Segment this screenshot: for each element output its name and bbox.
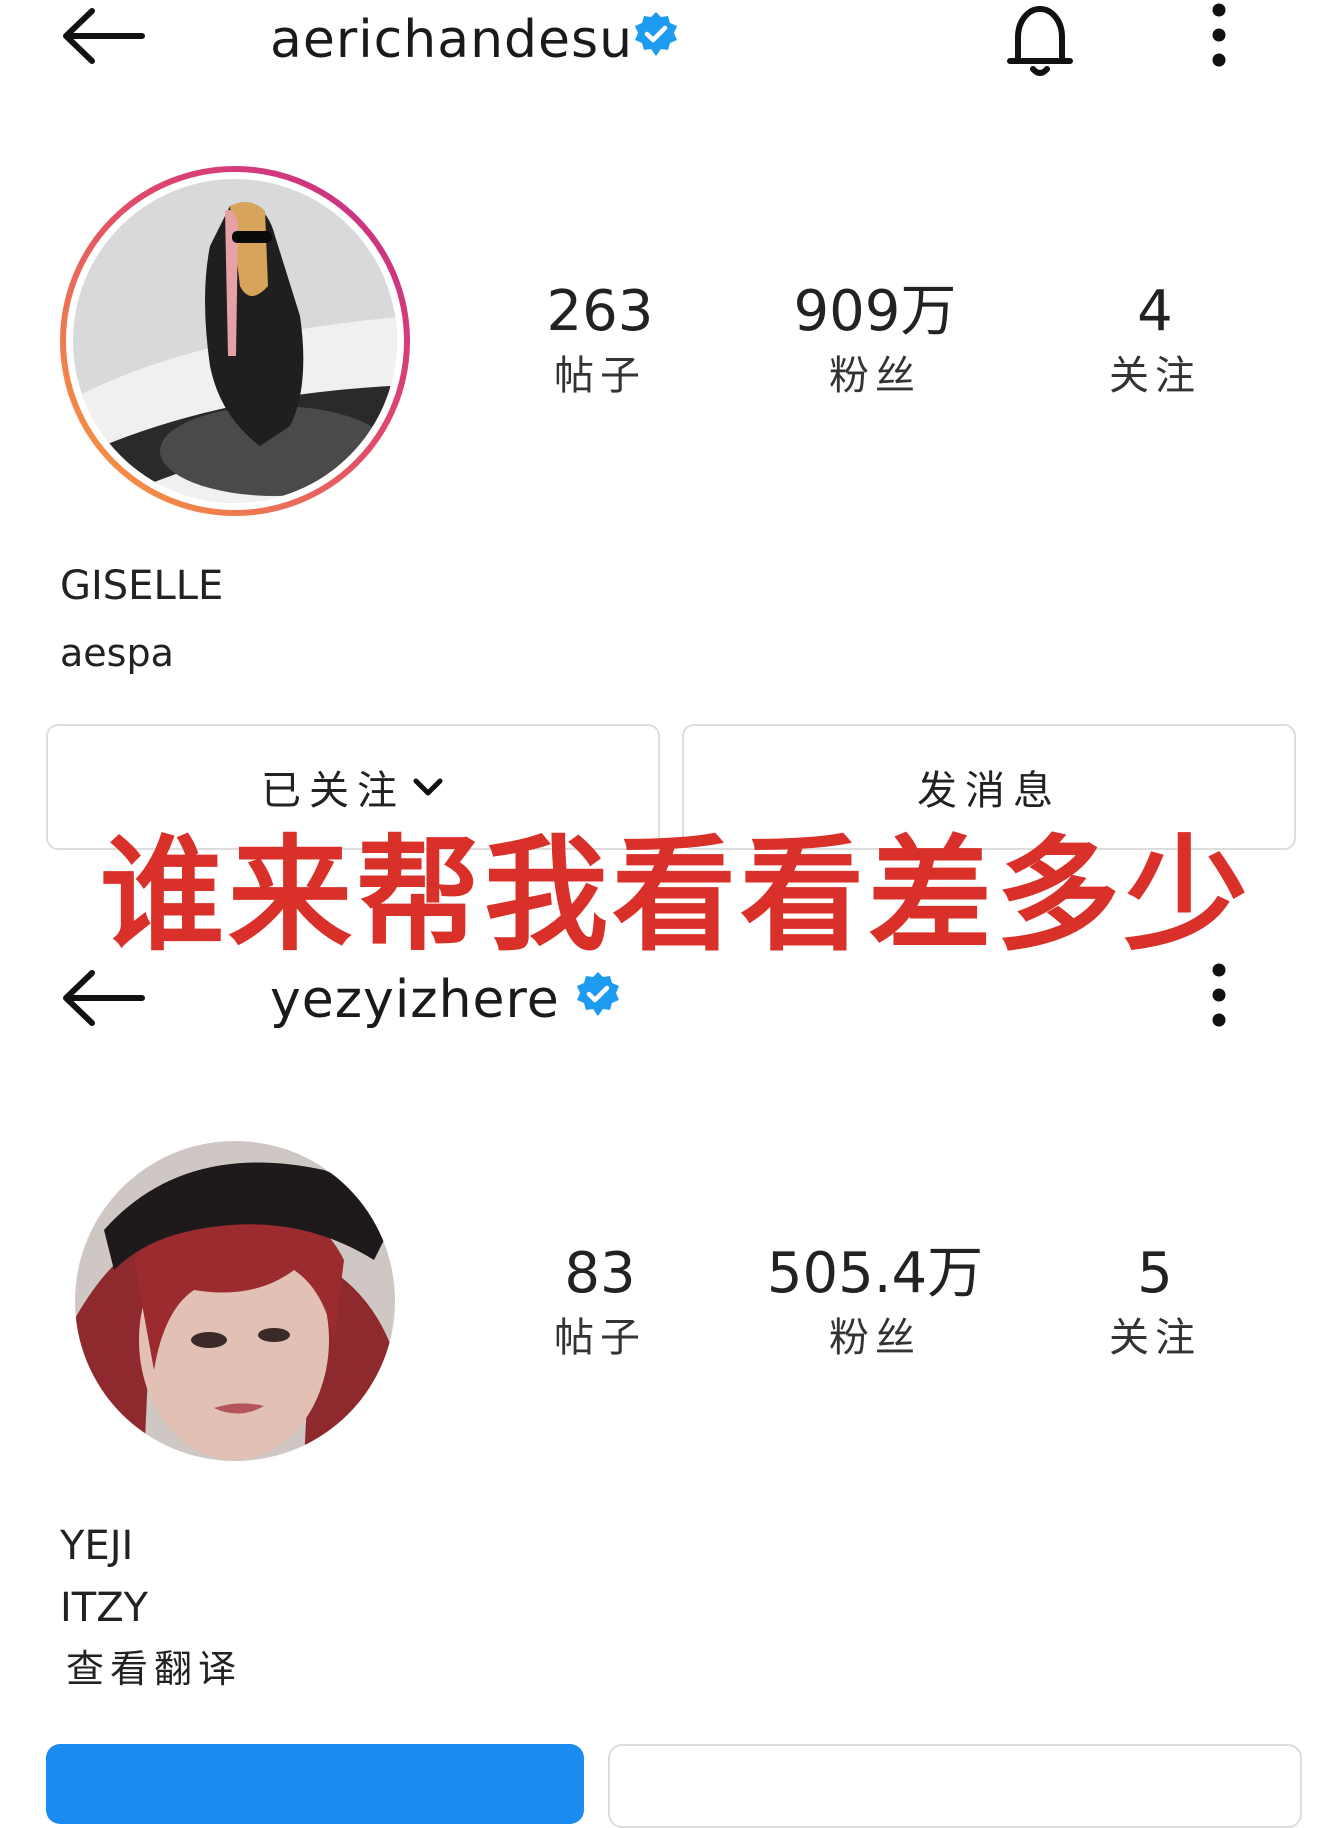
stat-followers[interactable]: 505.4万 粉丝	[745, 1241, 1005, 1361]
overlay-caption: 谁来帮我看看差多少	[100, 824, 1253, 968]
stat-label: 粉丝	[829, 353, 921, 399]
profile-username: aerichandesu	[270, 10, 634, 70]
see-translation-link[interactable]: 查看翻译	[66, 1650, 242, 1688]
more-vertical-icon[interactable]	[1196, 0, 1242, 70]
stat-value: 5	[1137, 1241, 1173, 1306]
stat-label: 关注	[1109, 1315, 1201, 1361]
stat-label: 关注	[1109, 353, 1201, 399]
stat-label: 粉丝	[829, 1315, 921, 1361]
profile-display-name: YEJI	[60, 1523, 134, 1569]
profile-username: yezyizhere	[270, 970, 560, 1030]
stat-value: 263	[546, 279, 654, 344]
stat-following[interactable]: 5 关注	[1055, 1241, 1255, 1361]
stat-posts[interactable]: 263 帖子	[500, 279, 700, 399]
stat-value: 505.4万	[766, 1241, 984, 1306]
stat-following[interactable]: 4 关注	[1055, 279, 1255, 399]
stat-followers[interactable]: 909万 粉丝	[755, 279, 995, 399]
more-vertical-icon[interactable]	[1196, 960, 1242, 1030]
stat-value: 83	[564, 1241, 636, 1306]
avatar-story-ring[interactable]	[60, 166, 410, 516]
verified-badge-icon	[632, 10, 680, 58]
bell-icon[interactable]	[998, 0, 1082, 80]
message-button[interactable]	[608, 1744, 1302, 1828]
back-arrow-icon[interactable]	[58, 0, 148, 72]
profile-display-name: GISELLE	[60, 563, 224, 609]
profile-bio: ITZY	[60, 1585, 149, 1631]
chevron-down-icon	[413, 778, 443, 796]
stat-value: 909万	[793, 279, 957, 344]
profile-bio: aespa	[60, 631, 174, 675]
avatar[interactable]	[74, 1140, 396, 1462]
stat-label: 帖子	[554, 1315, 646, 1361]
follow-button[interactable]	[46, 1744, 584, 1824]
stat-posts[interactable]: 83 帖子	[500, 1241, 700, 1361]
message-button-label: 发消息	[917, 768, 1061, 814]
following-button-label: 已关注	[261, 768, 405, 814]
back-arrow-icon[interactable]	[58, 962, 148, 1034]
stat-label: 帖子	[554, 353, 646, 399]
stat-value: 4	[1137, 279, 1173, 344]
verified-badge-icon	[574, 970, 622, 1018]
